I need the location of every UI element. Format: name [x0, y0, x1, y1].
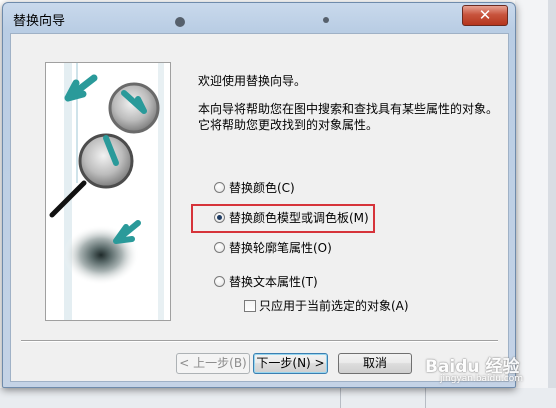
checkbox-label: 只应用于当前选定的对象(A): [259, 299, 409, 313]
button-divider: [21, 340, 498, 342]
title-bar[interactable]: 替换向导 ✕: [3, 3, 515, 31]
option-label: 替换文本属性(T): [229, 275, 318, 289]
option-label: 替换颜色(C): [229, 181, 295, 195]
welcome-text: 欢迎使用替换向导。: [198, 74, 307, 88]
status-separator: [340, 388, 341, 408]
wizard-illustration: [45, 62, 171, 321]
dialog-body: 欢迎使用替换向导。 本向导将帮助您在图中搜索和查找具有某些属性的对象。它将帮助您…: [10, 33, 509, 382]
radio-button[interactable]: [214, 242, 225, 253]
background-ruler: [548, 0, 556, 408]
magnifier-illustration: [49, 63, 164, 320]
radio-button[interactable]: [214, 276, 225, 287]
option-replace-text[interactable]: 替换文本属性(T): [214, 274, 318, 290]
background-app-panel: [515, 0, 556, 408]
next-button[interactable]: 下一步(N) >: [253, 353, 328, 374]
close-icon: ✕: [478, 6, 492, 24]
apply-to-selection-option[interactable]: 只应用于当前选定的对象(A): [244, 298, 409, 314]
magnifier-lens: [108, 82, 160, 134]
status-separator: [425, 388, 426, 408]
highlight-box: [191, 204, 375, 233]
titlebar-artifact: [175, 17, 185, 27]
replace-wizard-dialog: 替换向导 ✕ 欢迎使用替换向导。 本向导将帮助您在图中搜索和查找具有某些属性的对…: [2, 2, 516, 388]
radio-button[interactable]: [214, 182, 225, 193]
option-replace-color[interactable]: 替换颜色(C): [214, 180, 295, 196]
window-title: 替换向导: [13, 14, 66, 29]
option-replace-outline-pen[interactable]: 替换轮廓笔属性(O): [214, 240, 332, 256]
titlebar-artifact: [323, 17, 329, 23]
watermark-url: jingyan.baidu.com: [440, 374, 524, 384]
close-button[interactable]: ✕: [462, 5, 508, 26]
back-button[interactable]: < 上一步(B): [176, 353, 250, 374]
wizard-description: 本向导将帮助您在图中搜索和查找具有某些属性的对象。它将帮助您更改找到的对象属性。: [198, 102, 499, 132]
apply-to-selection-checkbox[interactable]: [244, 299, 256, 312]
background-status-bar: [0, 388, 556, 408]
cancel-button[interactable]: 取消: [338, 353, 412, 374]
option-label: 替换轮廓笔属性(O): [229, 241, 332, 255]
